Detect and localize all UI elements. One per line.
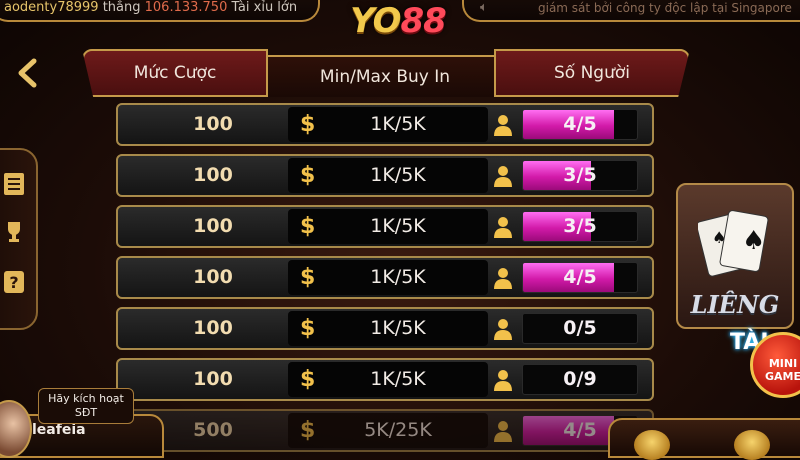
dollar-icon: $: [300, 265, 316, 290]
occupancy-bar: 0/9: [522, 364, 638, 395]
activate-phone-button[interactable]: Hãy kích hoạt SĐT: [38, 388, 134, 424]
bet-amount: 100: [193, 113, 233, 135]
buyin-range: 5K/25K: [364, 419, 432, 441]
minigame-line2: GAME: [764, 370, 800, 383]
help-icon[interactable]: ?: [2, 270, 26, 294]
occupancy-count: 0/9: [563, 368, 597, 390]
dollar-icon: $: [300, 367, 316, 392]
bet-amount: 100: [193, 164, 233, 186]
bet-amount: 100: [193, 215, 233, 237]
activate-line1: Hãy kích hoạt: [48, 392, 124, 405]
buyin-range: 1K/5K: [370, 164, 426, 186]
occupancy-count: 3/5: [563, 215, 597, 237]
side-menu: ?: [0, 148, 38, 330]
winner-name: aodenty78999: [4, 0, 99, 15]
bet-amount: 100: [193, 368, 233, 390]
username: leafeia: [32, 422, 86, 438]
buyin-box: $1K/5K: [288, 158, 488, 193]
column-header-buyin: Min/Max Buy In: [268, 55, 502, 97]
buyin-box: $1K/5K: [288, 209, 488, 244]
table-row[interactable]: 100 $1K/5K 4/5: [116, 256, 654, 299]
table-row[interactable]: 500 $5K/25K 4/5: [116, 409, 654, 452]
dollar-icon: $: [300, 418, 316, 443]
buyin-range: 1K/5K: [370, 266, 426, 288]
table-row[interactable]: 100 $1K/5K 3/5: [116, 205, 654, 248]
dollar-icon: $: [300, 163, 316, 188]
column-header-bet: Mức Cược: [82, 49, 268, 97]
occupancy-bar: 3/5: [522, 211, 638, 242]
bet-amount: 500: [193, 419, 233, 441]
occupancy-bar: 4/5: [522, 262, 638, 293]
speaker-icon: 🔈︎: [480, 0, 488, 15]
buyin-box: $5K/25K: [288, 413, 488, 448]
trophy-icon[interactable]: [2, 220, 26, 244]
occupancy-bar: 3/5: [522, 160, 638, 191]
table-row[interactable]: 100 $1K/5K 3/5: [116, 154, 654, 197]
person-icon: [494, 115, 512, 136]
coin-button-icon[interactable]: [634, 430, 670, 460]
activate-line2: SĐT: [74, 406, 98, 419]
svg-text:?: ?: [9, 273, 18, 292]
table-row[interactable]: 100 $1K/5K 0/5: [116, 307, 654, 350]
bet-amount: 100: [193, 266, 233, 288]
lieng-game-card[interactable]: ♠ ♠ LIÊNG: [676, 183, 794, 329]
person-icon: [494, 268, 512, 289]
winner-verb: thắng: [102, 0, 141, 15]
back-button[interactable]: [16, 58, 38, 92]
person-icon: [494, 319, 512, 340]
buyin-range: 1K/5K: [370, 368, 426, 390]
minigame-line1: MINI: [768, 357, 798, 370]
buyin-range: 1K/5K: [370, 113, 426, 135]
person-icon: [494, 166, 512, 187]
occupancy-bar: 4/5: [522, 109, 638, 140]
playing-cards-icon: ♠ ♠: [696, 207, 776, 300]
bet-amount: 100: [193, 317, 233, 339]
svg-text:♠: ♠: [742, 226, 765, 256]
buyin-box: $1K/5K: [288, 362, 488, 397]
announcement-text: giám sát bởi công ty độc lập tại Singapo…: [538, 1, 792, 15]
occupancy-count: 4/5: [563, 113, 597, 135]
coin-button-icon[interactable]: [734, 430, 770, 460]
app-logo: YO 88: [336, 0, 460, 44]
person-icon: [494, 217, 512, 238]
occupancy-count: 0/5: [563, 317, 597, 339]
occupancy-count: 4/5: [563, 266, 597, 288]
list-icon[interactable]: [2, 172, 26, 196]
winner-game: Tài xỉu lớn: [231, 0, 298, 15]
dollar-icon: $: [300, 112, 316, 137]
dollar-icon: $: [300, 316, 316, 341]
person-icon: [494, 421, 512, 442]
winner-ticker: aodenty78999 thắng 106.133.750 Tài xỉu l…: [0, 0, 320, 22]
logo-text-yo: YO: [350, 1, 401, 41]
column-header-players: Số Người: [494, 49, 690, 97]
dollar-icon: $: [300, 214, 316, 239]
winner-amount: 106.133.750: [144, 0, 228, 15]
table-row[interactable]: 100 $1K/5K 4/5: [116, 103, 654, 146]
occupancy-count: 3/5: [563, 164, 597, 186]
buyin-box: $1K/5K: [288, 311, 488, 346]
buyin-range: 1K/5K: [370, 317, 426, 339]
game-title: LIÊNG: [690, 290, 780, 319]
svg-text:♠: ♠: [712, 228, 726, 247]
buyin-range: 1K/5K: [370, 215, 426, 237]
buyin-box: $1K/5K: [288, 260, 488, 295]
announcement-bar: 🔈︎ giám sát bởi công ty độc lập tại Sing…: [462, 0, 800, 22]
logo-text-88: 88: [400, 1, 446, 41]
buyin-box: $1K/5K: [288, 107, 488, 142]
table-row[interactable]: 100 $1K/5K 0/9: [116, 358, 654, 401]
occupancy-bar: 0/5: [522, 313, 638, 344]
chevron-left-icon: [18, 58, 37, 88]
person-icon: [494, 370, 512, 391]
